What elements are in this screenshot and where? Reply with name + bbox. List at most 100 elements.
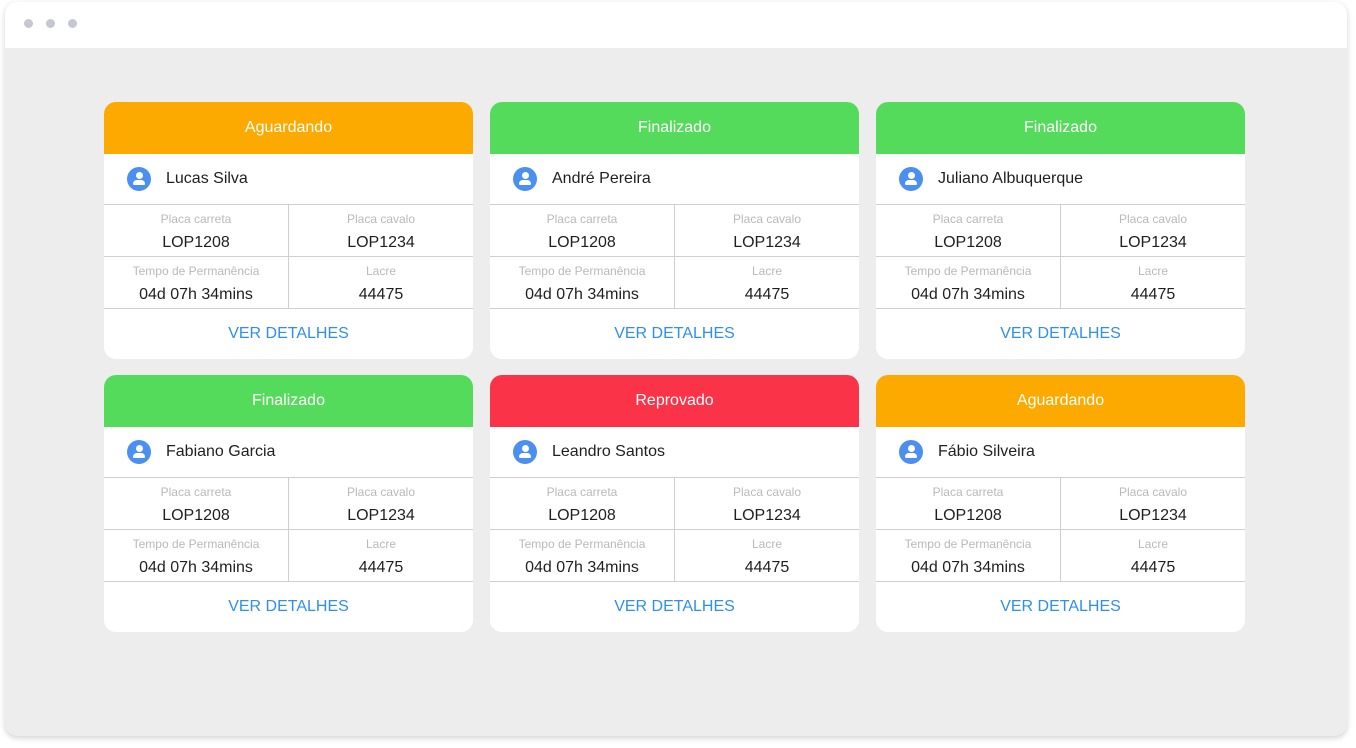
view-details-button[interactable]: VER DETALHES	[490, 582, 859, 632]
view-details-button[interactable]: VER DETALHES	[876, 309, 1245, 359]
status-header: Reprovado	[490, 375, 859, 427]
time-seal-row: Tempo de Permanência 04d 07h 34mins Lacr…	[490, 530, 859, 582]
placa-cavalo-label: Placa cavalo	[1118, 485, 1188, 499]
placa-cavalo-label: Placa cavalo	[732, 212, 802, 226]
placa-carreta-value: LOP1208	[162, 234, 230, 251]
inspection-card: Aguardando Lucas Silva Placa carreta LOP…	[104, 102, 473, 359]
placa-cavalo-label: Placa cavalo	[1118, 212, 1188, 226]
placa-cavalo-cell: Placa cavalo LOP1234	[675, 478, 859, 529]
lacre-cell: Lacre 44475	[289, 530, 473, 581]
placa-cavalo-value: LOP1234	[733, 507, 801, 524]
tempo-label: Tempo de Permanência	[132, 537, 260, 551]
tempo-cell: Tempo de Permanência 04d 07h 34mins	[876, 530, 1061, 581]
placa-carreta-value: LOP1208	[548, 507, 616, 524]
person-name: Fábio Silveira	[938, 443, 1035, 460]
placa-carreta-label: Placa carreta	[546, 212, 618, 226]
placa-carreta-value: LOP1208	[548, 234, 616, 251]
placa-carreta-label: Placa carreta	[932, 485, 1004, 499]
placa-cavalo-cell: Placa cavalo LOP1234	[1061, 205, 1245, 256]
plates-row: Placa carreta LOP1208 Placa cavalo LOP12…	[104, 478, 473, 530]
placa-cavalo-value: LOP1234	[347, 507, 415, 524]
placa-carreta-cell: Placa carreta LOP1208	[490, 205, 675, 256]
user-circle-icon	[127, 167, 151, 191]
placa-carreta-label: Placa carreta	[546, 485, 618, 499]
status-header: Finalizado	[490, 102, 859, 154]
tempo-label: Tempo de Permanência	[904, 264, 1032, 278]
lacre-cell: Lacre 44475	[675, 257, 859, 308]
placa-cavalo-label: Placa cavalo	[732, 485, 802, 499]
window-control-dot[interactable]	[46, 19, 55, 28]
placa-carreta-value: LOP1208	[162, 507, 230, 524]
tempo-value: 04d 07h 34mins	[911, 286, 1025, 303]
lacre-label: Lacre	[751, 264, 783, 278]
status-header: Finalizado	[104, 375, 473, 427]
window-control-dot[interactable]	[24, 19, 33, 28]
tempo-cell: Tempo de Permanência 04d 07h 34mins	[490, 257, 675, 308]
placa-carreta-cell: Placa carreta LOP1208	[876, 205, 1061, 256]
person-name: André Pereira	[552, 170, 651, 187]
user-circle-icon	[899, 167, 923, 191]
view-details-button[interactable]: VER DETALHES	[876, 582, 1245, 632]
placa-carreta-cell: Placa carreta LOP1208	[876, 478, 1061, 529]
inspection-card: Reprovado Leandro Santos Placa carreta L…	[490, 375, 859, 632]
user-circle-icon	[127, 440, 151, 464]
tempo-cell: Tempo de Permanência 04d 07h 34mins	[876, 257, 1061, 308]
time-seal-row: Tempo de Permanência 04d 07h 34mins Lacr…	[490, 257, 859, 309]
status-header: Aguardando	[876, 375, 1245, 427]
view-details-button[interactable]: VER DETALHES	[104, 309, 473, 359]
time-seal-row: Tempo de Permanência 04d 07h 34mins Lacr…	[104, 257, 473, 309]
placa-cavalo-label: Placa cavalo	[346, 212, 416, 226]
person-row: Fábio Silveira	[876, 427, 1245, 478]
person-name: Juliano Albuquerque	[938, 170, 1084, 187]
person-row: Fabiano Garcia	[104, 427, 473, 478]
person-row: André Pereira	[490, 154, 859, 205]
lacre-value: 44475	[1130, 286, 1176, 303]
placa-carreta-value: LOP1208	[934, 507, 1002, 524]
time-seal-row: Tempo de Permanência 04d 07h 34mins Lacr…	[876, 530, 1245, 582]
placa-cavalo-label: Placa cavalo	[346, 485, 416, 499]
tempo-label: Tempo de Permanência	[132, 264, 260, 278]
tempo-value: 04d 07h 34mins	[139, 286, 253, 303]
status-header: Aguardando	[104, 102, 473, 154]
user-circle-icon	[513, 167, 537, 191]
placa-cavalo-value: LOP1234	[1119, 507, 1187, 524]
browser-window: Aguardando Lucas Silva Placa carreta LOP…	[5, 2, 1347, 736]
time-seal-row: Tempo de Permanência 04d 07h 34mins Lacr…	[876, 257, 1245, 309]
user-circle-icon	[513, 440, 537, 464]
status-header: Finalizado	[876, 102, 1245, 154]
lacre-label: Lacre	[365, 537, 397, 551]
placa-carreta-cell: Placa carreta LOP1208	[104, 205, 289, 256]
view-details-button[interactable]: VER DETALHES	[490, 309, 859, 359]
inspection-card: Finalizado André Pereira Placa carreta L…	[490, 102, 859, 359]
lacre-value: 44475	[1130, 559, 1176, 576]
plates-row: Placa carreta LOP1208 Placa cavalo LOP12…	[490, 205, 859, 257]
placa-carreta-label: Placa carreta	[160, 485, 232, 499]
tempo-label: Tempo de Permanência	[518, 537, 646, 551]
person-row: Lucas Silva	[104, 154, 473, 205]
tempo-cell: Tempo de Permanência 04d 07h 34mins	[490, 530, 675, 581]
lacre-value: 44475	[744, 286, 790, 303]
placa-carreta-label: Placa carreta	[932, 212, 1004, 226]
plates-row: Placa carreta LOP1208 Placa cavalo LOP12…	[490, 478, 859, 530]
tempo-cell: Tempo de Permanência 04d 07h 34mins	[104, 257, 289, 308]
window-control-dot[interactable]	[68, 19, 77, 28]
tempo-label: Tempo de Permanência	[904, 537, 1032, 551]
person-row: Leandro Santos	[490, 427, 859, 478]
user-circle-icon	[899, 440, 923, 464]
placa-cavalo-value: LOP1234	[1119, 234, 1187, 251]
person-name: Lucas Silva	[166, 170, 248, 187]
placa-carreta-cell: Placa carreta LOP1208	[104, 478, 289, 529]
person-name: Leandro Santos	[552, 443, 665, 460]
placa-carreta-label: Placa carreta	[160, 212, 232, 226]
lacre-cell: Lacre 44475	[1061, 530, 1245, 581]
tempo-label: Tempo de Permanência	[518, 264, 646, 278]
placa-cavalo-cell: Placa cavalo LOP1234	[675, 205, 859, 256]
inspection-card: Aguardando Fábio Silveira Placa carreta …	[876, 375, 1245, 632]
inspection-card: Finalizado Juliano Albuquerque Placa car…	[876, 102, 1245, 359]
view-details-button[interactable]: VER DETALHES	[104, 582, 473, 632]
lacre-value: 44475	[744, 559, 790, 576]
placa-cavalo-cell: Placa cavalo LOP1234	[289, 478, 473, 529]
placa-cavalo-cell: Placa cavalo LOP1234	[1061, 478, 1245, 529]
plates-row: Placa carreta LOP1208 Placa cavalo LOP12…	[104, 205, 473, 257]
tempo-value: 04d 07h 34mins	[525, 286, 639, 303]
